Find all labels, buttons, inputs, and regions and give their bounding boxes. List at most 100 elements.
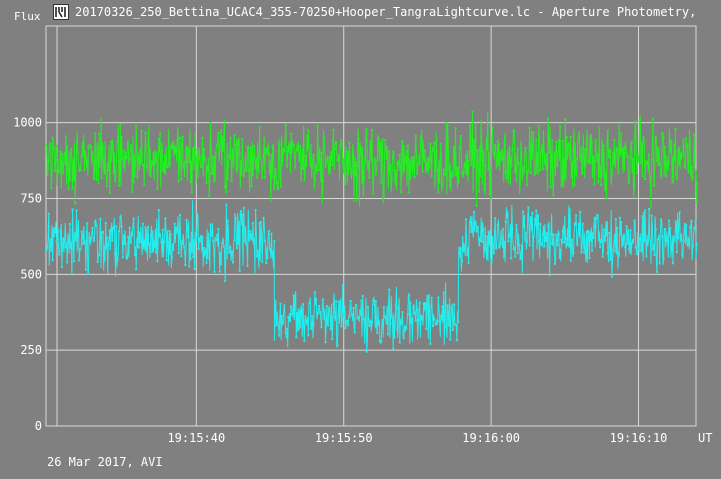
data-point — [659, 172, 662, 175]
data-point — [132, 181, 135, 184]
data-point — [475, 230, 478, 233]
data-point — [638, 119, 641, 122]
data-point — [310, 144, 312, 147]
data-point — [604, 188, 607, 191]
data-point — [398, 153, 401, 156]
data-point — [216, 233, 219, 236]
data-point — [536, 215, 539, 218]
data-point — [624, 145, 626, 148]
data-point — [601, 255, 604, 258]
data-point — [523, 215, 526, 218]
data-point — [103, 245, 106, 248]
data-point — [374, 300, 377, 303]
data-point — [163, 240, 166, 243]
data-point — [471, 229, 474, 232]
data-point — [673, 236, 676, 238]
data-point — [478, 190, 481, 193]
data-point — [630, 141, 633, 143]
data-point — [74, 202, 77, 205]
data-point — [653, 184, 656, 187]
data-point — [132, 217, 135, 220]
data-point — [118, 230, 120, 233]
data-point — [88, 143, 91, 146]
data-point — [198, 240, 201, 243]
data-point — [649, 239, 652, 241]
data-point — [210, 233, 213, 236]
data-point — [218, 147, 221, 150]
data-point — [447, 324, 450, 327]
data-point — [471, 110, 474, 113]
data-point — [125, 255, 128, 257]
data-point — [242, 174, 245, 177]
data-point — [312, 323, 315, 326]
data-point — [75, 148, 78, 151]
data-point — [206, 257, 209, 260]
data-point — [225, 191, 228, 193]
data-point — [577, 222, 580, 225]
data-point — [262, 217, 265, 220]
data-point — [47, 159, 50, 162]
data-point — [496, 140, 499, 143]
data-point — [687, 242, 690, 245]
data-point — [107, 169, 110, 172]
data-point — [527, 206, 530, 209]
data-point — [406, 313, 409, 315]
data-point — [653, 253, 656, 256]
data-point — [184, 160, 187, 163]
data-point — [447, 167, 450, 170]
data-point — [513, 170, 516, 173]
data-point — [487, 168, 490, 171]
data-point — [100, 176, 103, 179]
data-point — [144, 226, 147, 229]
data-point — [506, 216, 509, 219]
data-point — [682, 239, 685, 242]
data-point — [388, 288, 391, 291]
data-point — [617, 251, 620, 254]
data-point — [503, 240, 506, 243]
data-point — [94, 221, 97, 223]
data-point — [628, 182, 630, 185]
data-point — [258, 126, 261, 129]
data-point — [141, 164, 144, 167]
data-point — [409, 177, 412, 180]
data-point — [194, 240, 197, 243]
data-point — [473, 211, 475, 214]
data-point — [237, 242, 240, 245]
data-point — [451, 328, 454, 331]
data-point — [295, 336, 298, 339]
data-point — [131, 234, 134, 237]
data-point — [377, 323, 380, 326]
data-point — [480, 240, 483, 243]
data-point — [690, 219, 693, 222]
data-point — [576, 158, 579, 160]
data-point — [205, 181, 208, 184]
data-point — [201, 236, 204, 239]
data-point — [689, 140, 691, 143]
data-point — [180, 255, 183, 258]
data-point — [160, 152, 163, 155]
data-point — [145, 166, 148, 169]
data-point — [494, 217, 497, 219]
data-point — [474, 144, 477, 147]
lightcurve-chart[interactable]: 0 250 500 750 1000 19:15:40 19:15:50 19:16:00 19… — [0, 0, 721, 479]
data-point — [200, 166, 203, 169]
data-point — [233, 239, 236, 242]
data-point — [457, 166, 460, 169]
data-point — [92, 240, 95, 243]
data-point — [204, 250, 207, 253]
data-point — [461, 259, 463, 262]
data-point — [129, 241, 132, 244]
data-point — [125, 156, 128, 159]
data-point — [365, 350, 368, 353]
data-point — [414, 134, 417, 137]
data-point — [507, 240, 510, 243]
data-point — [159, 131, 162, 134]
data-point — [595, 217, 597, 220]
data-point — [438, 320, 441, 322]
data-point — [637, 155, 640, 158]
data-point — [669, 227, 672, 230]
data-point — [327, 324, 330, 327]
data-point — [189, 258, 192, 261]
data-point — [116, 139, 119, 142]
data-point — [504, 220, 507, 223]
